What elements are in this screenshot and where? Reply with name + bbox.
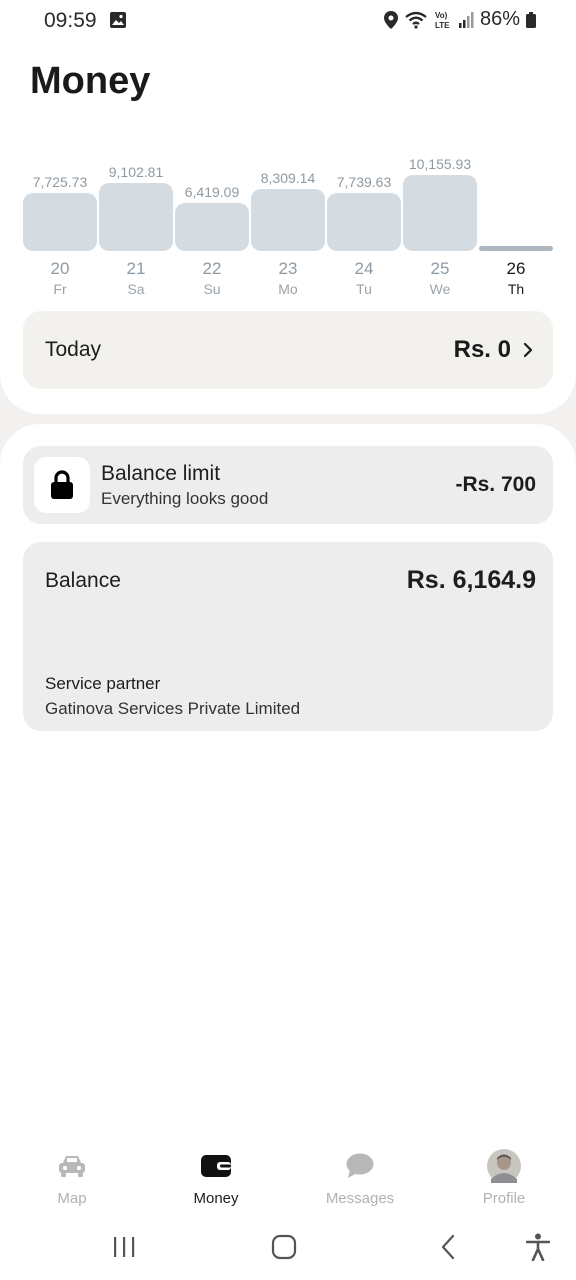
today-label: Today [45, 338, 102, 361]
recent-apps-icon [114, 1237, 135, 1257]
balance-amount: Rs. 6,164.9 [406, 566, 536, 594]
today-amount: Rs. 0 [453, 336, 511, 363]
day-name-label: Th [507, 281, 525, 297]
day-number-label: 20 [50, 259, 70, 278]
nav-label-money: Money [193, 1190, 239, 1207]
home-button[interactable] [264, 1229, 304, 1265]
bar-value-label: 6,419.09 [184, 184, 240, 200]
daily-earnings-chart: 7,725.73 20 Fr 9,102.81 21 Sa 6,419.09 22 Su 8,30… [0, 150, 576, 310]
nav-item-messages[interactable]: Messages [288, 1140, 432, 1210]
balance-label: Balance [45, 569, 121, 592]
chart-bar[interactable] [327, 193, 401, 251]
avatar-icon [487, 1149, 521, 1183]
balance-limit-title: Balance limit [101, 462, 221, 485]
chat-bubble-icon [346, 1153, 374, 1178]
location-icon [383, 10, 398, 29]
nav-item-map[interactable]: Map [0, 1140, 144, 1210]
day-number-label: 25 [430, 259, 450, 278]
signal-icon [458, 11, 474, 28]
lock-icon [51, 470, 73, 499]
wallet-icon [201, 1155, 231, 1177]
accessibility-button[interactable] [518, 1229, 558, 1265]
battery-icon [526, 11, 536, 28]
bar-value-label: 9,102.81 [108, 164, 164, 180]
balance-limit-card[interactable]: Balance limit Everything looks good -Rs.… [23, 446, 553, 524]
chevron-right-icon [523, 342, 533, 358]
day-name-label: Fr [53, 281, 67, 297]
recent-apps-button[interactable] [104, 1229, 144, 1265]
svg-text:Vo): Vo) [435, 11, 448, 20]
car-icon [59, 1156, 85, 1177]
chart-bar[interactable] [251, 189, 325, 251]
gallery-icon [110, 12, 126, 28]
nav-item-profile[interactable]: Profile [432, 1140, 576, 1210]
service-partner-label: Service partner [45, 674, 161, 693]
page-title: Money [30, 60, 151, 102]
bar-value-label: 7,739.63 [336, 174, 392, 190]
nav-item-money[interactable]: Money [144, 1140, 288, 1210]
home-icon [271, 1234, 297, 1260]
day-number-label: 21 [126, 259, 146, 278]
bottom-nav: Map Money Messages Profile [0, 1140, 576, 1210]
volte-icon: Vo) LTE [435, 11, 450, 30]
chart-bar[interactable] [403, 175, 477, 251]
today-earnings-row[interactable]: Today Rs. 0 [23, 311, 553, 389]
balance-card[interactable]: Balance Rs. 6,164.9 Service partner Gati… [23, 542, 553, 731]
chart-bar-today[interactable] [479, 246, 553, 251]
day-name-label: Sa [127, 281, 145, 297]
system-nav-bar [0, 1215, 576, 1280]
day-number-label: 22 [202, 259, 222, 278]
bar-value-label: 10,155.93 [408, 156, 472, 172]
day-name-label: Mo [278, 281, 298, 297]
balance-limit-amount: -Rs. 700 [455, 473, 536, 496]
accessibility-icon [526, 1233, 550, 1261]
balance-limit-subtitle: Everything looks good [101, 489, 269, 508]
nav-label-map: Map [57, 1190, 87, 1207]
day-number-label: 26 [506, 259, 526, 278]
service-partner-name: Gatinova Services Private Limited [45, 699, 301, 718]
wifi-icon [405, 11, 427, 29]
status-indicators: Vo) LTE 86% [383, 8, 536, 31]
day-number-label: 23 [278, 259, 298, 278]
status-bar: 09:59 Vo) LTE 86% [0, 0, 576, 42]
status-time: 09:59 [44, 9, 97, 32]
chart-bar[interactable] [175, 203, 249, 251]
nav-label-messages: Messages [325, 1190, 395, 1207]
day-name-label: Tu [356, 281, 372, 297]
lock-icon-box [34, 457, 90, 513]
back-icon [441, 1234, 455, 1260]
back-button[interactable] [428, 1229, 468, 1265]
day-number-label: 24 [354, 259, 374, 278]
day-name-label: We [429, 281, 451, 297]
svg-text:LTE: LTE [435, 21, 450, 30]
nav-label-profile: Profile [482, 1190, 526, 1207]
chart-bar[interactable] [23, 193, 97, 251]
battery-percent: 86% [479, 8, 520, 30]
day-name-label: Su [203, 281, 221, 297]
chart-bar[interactable] [99, 183, 173, 251]
